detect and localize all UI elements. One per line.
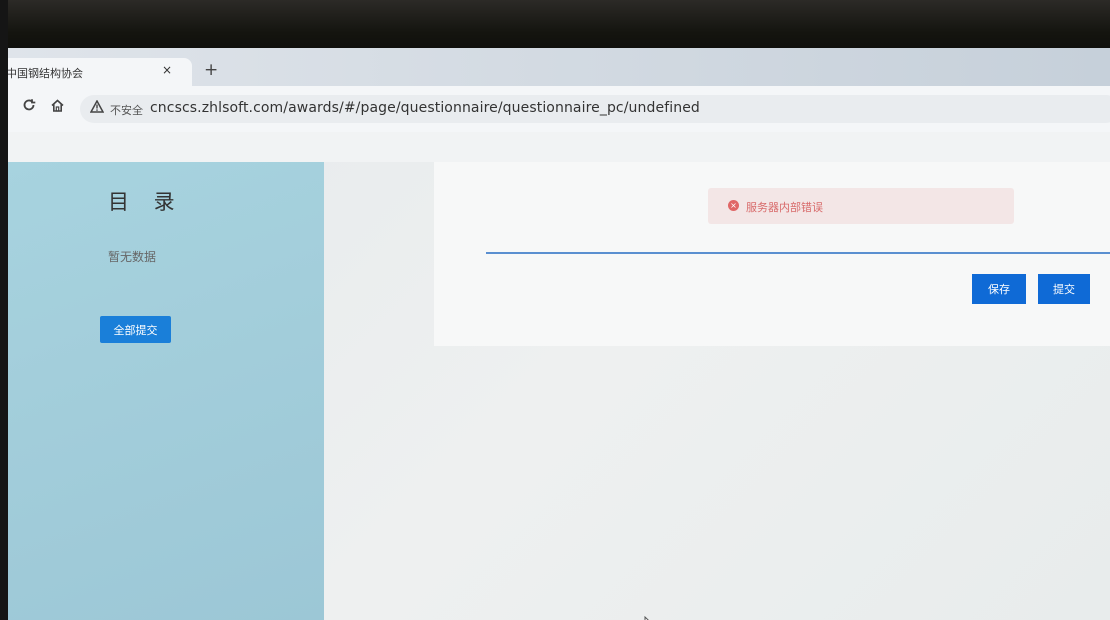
- error-icon: ×: [728, 200, 739, 211]
- mouse-cursor-icon: [644, 615, 656, 620]
- divider: [486, 252, 1110, 254]
- save-button[interactable]: 保存: [972, 274, 1026, 304]
- reload-icon[interactable]: [22, 98, 36, 116]
- bookmarks-bar: [8, 132, 1110, 162]
- tab-title: 中国钢结构协会: [8, 67, 83, 80]
- questionnaire-panel: × 服务器内部错误 保存 提交: [434, 162, 1110, 346]
- error-message: 服务器内部错误: [746, 201, 823, 214]
- page-content: 目 录 暂无数据 全部提交 × 服务器内部错误 保存 提交: [8, 162, 1110, 620]
- browser-tab[interactable]: 中国钢结构协会 ×: [8, 58, 192, 86]
- warning-icon[interactable]: [89, 99, 105, 117]
- sidebar: 目 录 暂无数据 全部提交: [8, 162, 324, 620]
- empty-state-text: 暂无数据: [108, 250, 157, 264]
- close-icon[interactable]: ×: [162, 63, 172, 77]
- sidebar-title: 目 录: [108, 190, 184, 214]
- url-text[interactable]: cncscs.zhlsoft.com/awards/#/page/questio…: [150, 100, 700, 116]
- browser-toolbar: 不安全 cncscs.zhlsoft.com/awards/#/page/que…: [8, 86, 1110, 132]
- home-icon[interactable]: [50, 98, 65, 117]
- security-label[interactable]: 不安全: [110, 102, 143, 118]
- address-bar[interactable]: 不安全 cncscs.zhlsoft.com/awards/#/page/que…: [80, 95, 1110, 123]
- browser-window: 中国钢结构协会 × + 不安全 cncscs.zhlsoft.com/award…: [8, 48, 1110, 620]
- screen-bezel-left: [0, 0, 8, 620]
- error-alert: × 服务器内部错误: [708, 188, 1014, 224]
- tab-strip: 中国钢结构协会 × +: [8, 48, 1110, 86]
- submit-all-button[interactable]: 全部提交: [100, 316, 171, 343]
- submit-button[interactable]: 提交: [1038, 274, 1090, 304]
- new-tab-icon[interactable]: +: [204, 60, 218, 80]
